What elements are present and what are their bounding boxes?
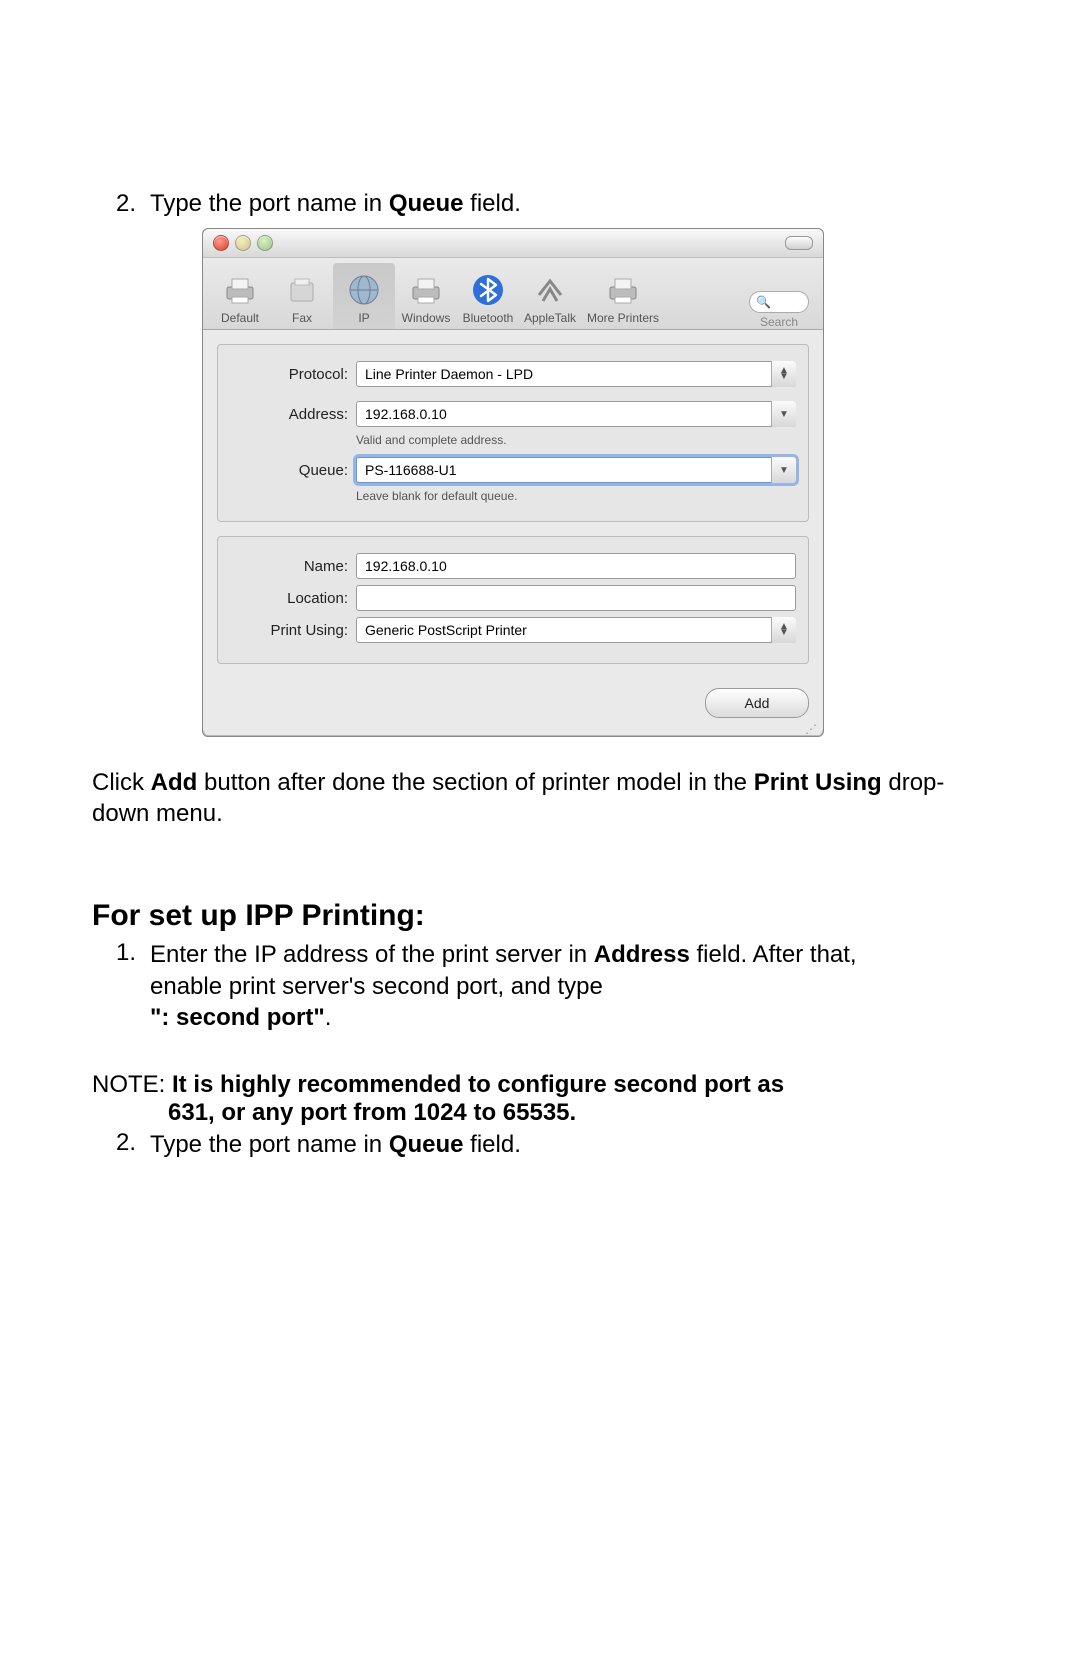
globe-icon — [344, 271, 384, 309]
toolbar-toggle-icon[interactable] — [785, 236, 813, 250]
toolbar-search: 🔍 Search — [749, 263, 817, 329]
ipp-1-b: Address — [594, 941, 690, 968]
ipp-2-a: Type the port name in — [150, 1131, 389, 1158]
step-2-line: 2. Type the port name in Queue field. — [92, 190, 988, 218]
ipp-2-b: Queue — [389, 1131, 464, 1158]
address-value: 192.168.0.10 — [365, 406, 447, 422]
p1-a: Click — [92, 769, 151, 796]
toolbar: Default Fax IP Windows — [203, 258, 823, 330]
toolbar-fax-label: Fax — [292, 311, 312, 329]
queue-label: Queue: — [218, 462, 356, 479]
name-label: Name: — [218, 558, 356, 575]
toolbar-ip[interactable]: IP — [333, 263, 395, 329]
protocol-select[interactable]: Line Printer Daemon - LPD — [356, 361, 796, 387]
name-input[interactable]: 192.168.0.10 — [356, 553, 796, 579]
form-body: Protocol: Line Printer Daemon - LPD ▲▼ A… — [203, 330, 823, 688]
toolbar-fax[interactable]: Fax — [271, 263, 333, 329]
add-button[interactable]: Add — [705, 688, 809, 718]
queue-value: PS-116688-U1 — [365, 462, 457, 478]
printusing-value: Generic PostScript Printer — [365, 622, 527, 638]
zoom-icon[interactable] — [257, 235, 273, 251]
printusing-label: Print Using: — [218, 622, 356, 639]
toolbar-default-label: Default — [221, 311, 259, 329]
minimize-icon[interactable] — [235, 235, 251, 251]
ipp-1-quote: ": second port" — [150, 1004, 325, 1031]
p1-c: button after done the section of printer… — [197, 769, 753, 796]
step-2-text-pre: Type the port name in — [150, 190, 389, 217]
ipp-1-dot: . — [325, 1004, 332, 1031]
toolbar-more-printers-label: More Printers — [587, 311, 659, 329]
chevron-down-icon[interactable]: ▼ — [771, 401, 796, 427]
toolbar-ip-label: IP — [358, 311, 369, 329]
search-icon: 🔍 — [756, 295, 771, 309]
add-button-label: Add — [745, 695, 770, 711]
ipp-1-a: Enter the IP address of the print server… — [150, 941, 594, 968]
ipp-step-1-num: 1. — [92, 939, 136, 967]
toolbar-search-label: Search — [760, 315, 798, 329]
toolbar-bluetooth[interactable]: Bluetooth — [457, 263, 519, 329]
bluetooth-icon — [468, 271, 508, 309]
titlebar — [203, 229, 823, 258]
toolbar-windows[interactable]: Windows — [395, 263, 457, 329]
toolbar-more-printers[interactable]: More Printers — [581, 263, 665, 329]
updown-icon[interactable]: ▲▼ — [771, 361, 796, 387]
location-label: Location: — [218, 590, 356, 607]
connection-group: Protocol: Line Printer Daemon - LPD ▲▼ A… — [217, 344, 809, 522]
printer-icon — [220, 271, 260, 309]
toolbar-appletalk[interactable]: AppleTalk — [519, 263, 581, 329]
fax-icon — [282, 271, 322, 309]
printer-icon — [406, 271, 446, 309]
ipp-step-2: 2. Type the port name in Queue field. — [92, 1129, 988, 1160]
toolbar-default[interactable]: Default — [209, 263, 271, 329]
address-hint: Valid and complete address. — [356, 433, 796, 447]
note-bold: It is highly recommended to configure se… — [92, 1071, 784, 1126]
queue-hint: Leave blank for default queue. — [356, 489, 796, 503]
queue-input[interactable]: PS-116688-U1 — [356, 457, 796, 483]
protocol-value: Line Printer Daemon - LPD — [365, 366, 533, 382]
ipp-heading: For set up IPP Printing: — [92, 899, 988, 933]
after-screenshot-paragraph: Click Add button after done the section … — [92, 767, 988, 829]
ipp-note: NOTE: It is highly recommended to config… — [92, 1071, 988, 1127]
chevron-down-icon[interactable]: ▼ — [771, 457, 796, 483]
traffic-lights — [213, 235, 273, 251]
add-printer-window: Default Fax IP Windows — [202, 228, 824, 737]
step-2-number: 2. — [92, 190, 136, 218]
printusing-select[interactable]: Generic PostScript Printer — [356, 617, 796, 643]
p1-b: Add — [151, 769, 198, 796]
step-2-text-post: field. — [464, 190, 521, 217]
note-prefix: NOTE: — [92, 1071, 172, 1098]
step-2-text-bold: Queue — [389, 190, 464, 217]
ipp-step-1: 1. Enter the IP address of the print ser… — [92, 939, 988, 1033]
address-input[interactable]: 192.168.0.10 — [356, 401, 796, 427]
updown-icon[interactable]: ▲▼ — [771, 617, 796, 643]
address-label: Address: — [218, 406, 356, 423]
toolbar-bluetooth-label: Bluetooth — [463, 311, 514, 329]
ipp-step-2-num: 2. — [92, 1129, 136, 1157]
close-icon[interactable] — [213, 235, 229, 251]
toolbar-windows-label: Windows — [402, 311, 451, 329]
location-input[interactable] — [356, 585, 796, 611]
p1-d: Print Using — [754, 769, 882, 796]
protocol-label: Protocol: — [218, 366, 356, 383]
search-input[interactable]: 🔍 — [749, 291, 809, 313]
printer-icon — [603, 271, 643, 309]
toolbar-appletalk-label: AppleTalk — [524, 311, 576, 329]
name-value: 192.168.0.10 — [365, 558, 447, 574]
ipp-2-c: field. — [464, 1131, 521, 1158]
resize-grip-icon[interactable]: ⋰ — [203, 722, 823, 736]
printer-info-group: Name: 192.168.0.10 Location: Print Using… — [217, 536, 809, 664]
appletalk-icon — [530, 271, 570, 309]
